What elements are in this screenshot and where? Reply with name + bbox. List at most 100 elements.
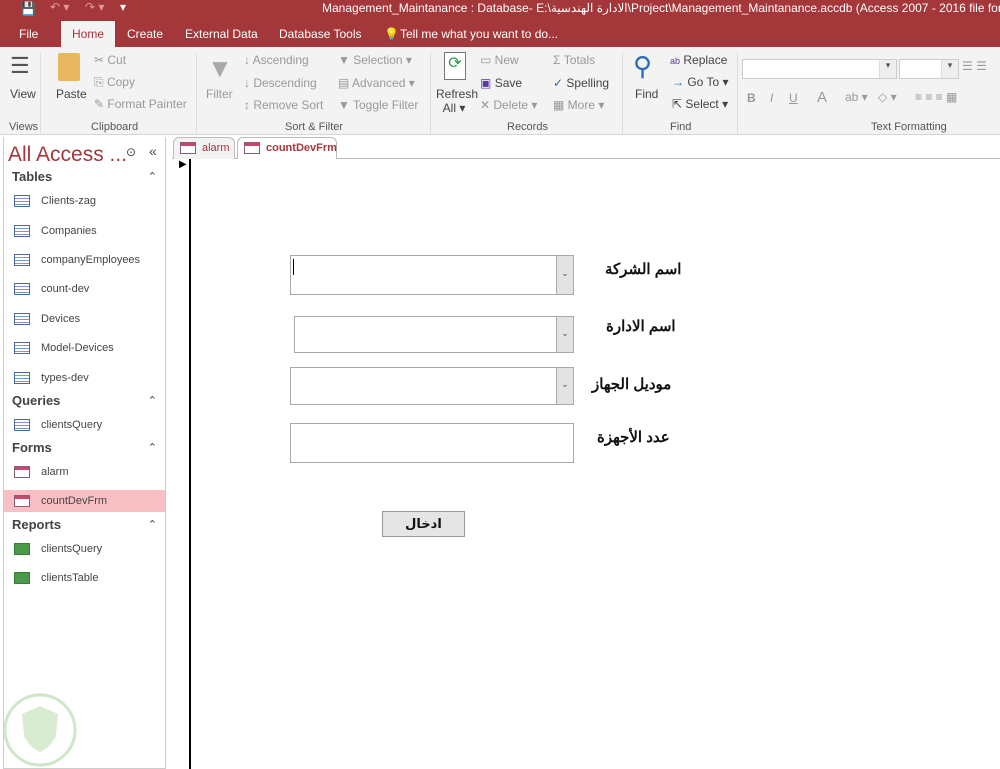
- descending-label: Descending: [253, 76, 317, 90]
- record-selector[interactable]: ▶: [172, 159, 191, 769]
- filter-button[interactable]: Filter: [206, 87, 233, 101]
- save-record-button[interactable]: ▣ Save: [480, 76, 522, 90]
- model-combo[interactable]: ⌄: [290, 367, 574, 405]
- department-combo[interactable]: ⌄: [294, 316, 574, 353]
- view-button[interactable]: View: [10, 87, 36, 101]
- goto-button[interactable]: → Go To ▾: [672, 75, 729, 89]
- table-icon: [14, 313, 30, 325]
- paste-button[interactable]: Paste: [56, 87, 87, 101]
- nav-title[interactable]: All Access ...: [8, 143, 127, 167]
- nav-item[interactable]: alarm: [4, 461, 165, 483]
- spelling-label: Spelling: [566, 76, 610, 90]
- nav-item[interactable]: Devices: [4, 308, 165, 330]
- refresh-icon: ⟳: [444, 52, 466, 80]
- chevron-down-icon[interactable]: ⌄: [556, 368, 573, 404]
- nav-item[interactable]: types-dev: [4, 367, 165, 389]
- tab-home[interactable]: Home: [61, 21, 115, 47]
- ascending-button[interactable]: ↓ Ascending: [244, 53, 309, 67]
- descending-button[interactable]: ↓ Descending: [244, 76, 317, 90]
- cut-button[interactable]: ✂ Cut: [94, 53, 126, 67]
- toggle-filter-button[interactable]: ▼ Toggle Filter: [338, 98, 418, 112]
- format-painter-button[interactable]: ✎ Format Painter: [94, 97, 187, 111]
- totals-button[interactable]: Σ Totals: [553, 53, 595, 67]
- collapse-section-icon[interactable]: ⌃: [148, 170, 157, 183]
- bold-button[interactable]: B: [747, 91, 756, 105]
- refresh-all-button[interactable]: Refresh All ▾: [436, 87, 478, 115]
- collapse-nav-icon[interactable]: «: [149, 143, 157, 159]
- replace-button[interactable]: ab Replace: [670, 53, 727, 67]
- font-size-select[interactable]: ▾: [899, 59, 959, 79]
- group-label-views: Views: [9, 121, 39, 133]
- chevron-down-icon[interactable]: ⌄: [556, 317, 573, 352]
- group-label-find: Find: [670, 121, 692, 133]
- tell-me-input[interactable]: Tell me what you want to do...: [400, 27, 558, 41]
- doc-tab-alarm[interactable]: alarm: [173, 137, 235, 159]
- selection-button[interactable]: ▼ Selection ▾: [338, 53, 412, 67]
- nav-item[interactable]: Companies: [4, 220, 165, 242]
- find-button[interactable]: Find: [635, 87, 658, 101]
- doc-tab-countdevfrm[interactable]: countDevFrm: [237, 137, 337, 159]
- delete-button[interactable]: ✕ Delete ▾: [480, 98, 537, 112]
- find-icon: ⚲: [633, 51, 653, 81]
- underline-button[interactable]: U: [789, 91, 798, 105]
- advanced-label: Advanced: [352, 76, 406, 90]
- tab-external-data[interactable]: External Data: [185, 27, 258, 41]
- nav-section-header[interactable]: Tables: [12, 169, 52, 184]
- nav-item[interactable]: Clients-zag: [4, 190, 165, 212]
- nav-item[interactable]: clientsQuery: [4, 414, 165, 436]
- device-count-input[interactable]: [290, 423, 574, 463]
- font-name-select[interactable]: ▾: [742, 59, 897, 79]
- nav-section-header[interactable]: Reports: [12, 517, 61, 532]
- copy-button[interactable]: ⎘ Copy: [94, 75, 135, 90]
- nav-menu-icon[interactable]: ⊙: [126, 145, 136, 159]
- table-icon: [14, 254, 30, 266]
- device-count-label: عدد الأجهزة: [597, 429, 670, 446]
- more-button[interactable]: ▦ More ▾: [553, 98, 604, 112]
- align-icons[interactable]: ≡ ≡ ≡ ▦: [915, 90, 957, 104]
- customize-icon[interactable]: ▾: [120, 0, 126, 14]
- submit-button[interactable]: ادخال: [382, 511, 465, 537]
- nav-item[interactable]: clientsQuery: [4, 538, 165, 560]
- redo-icon[interactable]: ↷ ▾: [85, 0, 104, 14]
- advanced-button[interactable]: ▤ Advanced ▾: [338, 76, 415, 90]
- table-icon: [14, 225, 30, 237]
- font-color-button[interactable]: A: [817, 89, 827, 106]
- collapse-section-icon[interactable]: ⌃: [148, 394, 157, 407]
- collapse-section-icon[interactable]: ⌃: [148, 518, 157, 531]
- nav-item[interactable]: count-dev: [4, 278, 165, 300]
- document-tabs: alarm countDevFrm: [172, 137, 1000, 159]
- nav-item[interactable]: clientsTable: [4, 567, 165, 589]
- nav-item-label: clientsQuery: [41, 543, 103, 555]
- table-icon: [14, 372, 30, 384]
- nav-item-label: types-dev: [41, 372, 89, 384]
- italic-button[interactable]: I: [770, 91, 773, 105]
- company-combo[interactable]: ⌄: [290, 255, 574, 295]
- collapse-section-icon[interactable]: ⌃: [148, 441, 157, 454]
- watermark-logo: [3, 693, 77, 767]
- nav-item[interactable]: countDevFrm: [4, 490, 165, 512]
- select-button[interactable]: ⇱ Select ▾: [672, 97, 728, 111]
- nav-item-label: alarm: [41, 466, 69, 478]
- undo-icon[interactable]: ↶ ▾: [50, 0, 69, 14]
- nav-item[interactable]: companyEmployees: [4, 249, 165, 271]
- tab-file[interactable]: File: [19, 27, 38, 41]
- cut-label: Cut: [107, 53, 127, 67]
- save-icon[interactable]: 💾: [20, 1, 36, 17]
- tab-create[interactable]: Create: [127, 27, 163, 41]
- nav-section-header[interactable]: Queries: [12, 393, 60, 408]
- chevron-down-icon[interactable]: ⌄: [556, 256, 573, 294]
- bullets-icon[interactable]: ☰ ☰: [962, 59, 987, 73]
- spelling-button[interactable]: ✓ Spelling: [553, 76, 609, 90]
- nav-item[interactable]: Model-Devices: [4, 337, 165, 359]
- selection-label: Selection: [353, 53, 403, 67]
- form-icon: [180, 142, 196, 154]
- highlight-icon[interactable]: ab ▾: [845, 90, 868, 104]
- nav-section-header[interactable]: Forms: [12, 440, 52, 455]
- form-icon: [14, 466, 30, 478]
- refresh-label: Refresh: [436, 87, 479, 101]
- tab-database-tools[interactable]: Database Tools: [279, 27, 362, 41]
- remove-sort-button[interactable]: ↕ Remove Sort: [244, 98, 323, 112]
- new-record-button[interactable]: ▭ New: [480, 53, 519, 67]
- query-icon: [14, 419, 30, 431]
- fill-color-icon[interactable]: ◇ ▾: [878, 90, 897, 104]
